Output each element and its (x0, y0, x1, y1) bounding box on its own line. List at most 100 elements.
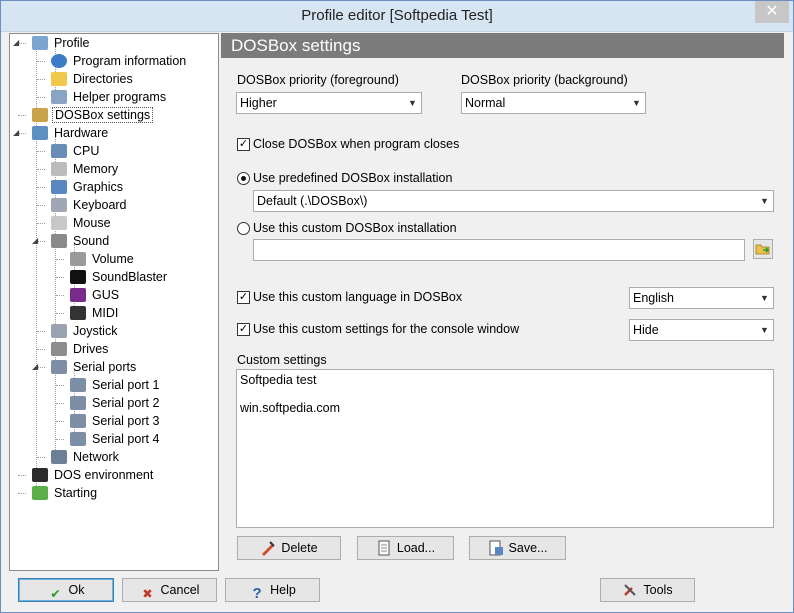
tree-item-label: Graphics (73, 180, 124, 194)
tree-item-profile[interactable]: Profile (32, 34, 91, 52)
panel-header: DOSBox settings (221, 33, 784, 58)
priority-background-select[interactable]: Normal ▼ (461, 92, 646, 114)
tree-connector-line (37, 151, 45, 152)
chevron-down-icon: ▼ (760, 196, 769, 206)
serial-port-icon (70, 396, 86, 410)
console-settings-label: Use this custom settings for the console… (253, 322, 520, 336)
tree-item-network[interactable]: Network (51, 448, 121, 466)
tree-item-label: Sound (73, 234, 110, 248)
use-predefined-radio[interactable] (237, 172, 250, 185)
tree-item-keyboard[interactable]: Keyboard (51, 196, 129, 214)
browse-folder-button[interactable] (753, 239, 773, 259)
tree-connector-line (56, 385, 64, 386)
starting-icon (32, 486, 48, 500)
chevron-down-icon: ▼ (632, 98, 641, 108)
tree-item-dos-environment[interactable]: DOS environment (32, 466, 155, 484)
graphics-icon (51, 180, 67, 194)
tree-item-hardware[interactable]: Hardware (32, 124, 110, 142)
tree-connector-line (56, 295, 64, 296)
tree-connector-line (37, 205, 45, 206)
tree-item-label: SoundBlaster (92, 270, 168, 284)
tree-item-label: Profile (54, 36, 90, 50)
tree-connector-line (37, 79, 45, 80)
custom-settings-line (240, 387, 770, 401)
tree-item-program-information[interactable]: Program information (51, 52, 188, 70)
language-value: English (633, 291, 674, 305)
expand-triangle-icon[interactable]: ◢ (32, 358, 42, 376)
predefined-installation-select[interactable]: Default (.\DOSBox\) ▼ (253, 190, 774, 212)
tree-item-cpu[interactable]: CPU (51, 142, 101, 160)
tree-item-serial-port-1[interactable]: Serial port 1 (70, 376, 161, 394)
expand-triangle-icon[interactable]: ◢ (13, 34, 23, 52)
help-button[interactable]: ? Help (225, 578, 320, 602)
expand-triangle-icon[interactable]: ◢ (32, 232, 42, 250)
tools-label: Tools (643, 583, 673, 597)
tree-item-serial-port-4[interactable]: Serial port 4 (70, 430, 161, 448)
language-select[interactable]: English ▼ (629, 287, 774, 309)
priority-background-value: Normal (465, 96, 506, 110)
tree-item-soundblaster[interactable]: SoundBlaster (70, 268, 169, 286)
tree-item-label: Joystick (73, 324, 118, 338)
custom-installation-input[interactable] (253, 239, 745, 261)
tree-item-gus[interactable]: GUS (70, 286, 121, 304)
tree-item-helper-programs[interactable]: Helper programs (51, 88, 168, 106)
info-icon (51, 54, 67, 68)
tree-item-dosbox-settings[interactable]: DOSBox settings (32, 106, 154, 124)
tree-item-serial-ports[interactable]: Serial ports (51, 358, 138, 376)
use-custom-radio[interactable] (237, 222, 250, 235)
tree-item-serial-port-2[interactable]: Serial port 2 (70, 394, 161, 412)
tree-item-mouse[interactable]: Mouse (51, 214, 113, 232)
cancel-button[interactable]: ✖ Cancel (122, 578, 217, 602)
tree-item-sound[interactable]: Sound (51, 232, 111, 250)
tree-item-graphics[interactable]: Graphics (51, 178, 125, 196)
ok-label: Ok (68, 583, 85, 597)
tree-connector-line (56, 403, 64, 404)
tree-item-midi[interactable]: MIDI (70, 304, 120, 322)
predefined-installation-value: Default (.\DOSBox\) (257, 194, 368, 208)
joystick-icon (51, 324, 67, 338)
console-window-select[interactable]: Hide ▼ (629, 319, 774, 341)
console-settings-checkbox[interactable]: ✓ (237, 323, 250, 336)
custom-settings-textarea[interactable]: Softpedia test win.softpedia.com (236, 369, 774, 528)
tree-connector-line (37, 187, 45, 188)
tree-connector-line (18, 475, 26, 476)
save-document-icon (488, 540, 504, 556)
chevron-down-icon: ▼ (760, 325, 769, 335)
dos-console-icon (32, 468, 48, 482)
delete-button[interactable]: Delete (237, 536, 341, 560)
tree-item-starting[interactable]: Starting (32, 484, 99, 502)
use-predefined-label: Use predefined DOSBox installation (253, 171, 453, 185)
tree-item-label: Drives (73, 342, 109, 356)
cross-icon: ✖ (142, 587, 153, 601)
priority-foreground-select[interactable]: Higher ▼ (236, 92, 422, 114)
load-document-icon (376, 540, 392, 556)
tree-connector-line (56, 439, 64, 440)
console-window-value: Hide (633, 323, 659, 337)
use-custom-label: Use this custom DOSBox installation (253, 221, 457, 235)
ok-button[interactable]: ✔ Ok (18, 578, 114, 602)
load-button[interactable]: Load... (357, 536, 454, 560)
network-icon (51, 450, 67, 464)
tree-item-directories[interactable]: Directories (51, 70, 135, 88)
chevron-down-icon: ▼ (408, 98, 417, 108)
tree-item-label: Serial port 1 (92, 378, 160, 392)
custom-language-checkbox[interactable]: ✓ (237, 291, 250, 304)
custom-settings-label: Custom settings (237, 353, 327, 367)
save-label: Save... (508, 541, 548, 555)
helper-icon (51, 90, 67, 104)
close-window-button[interactable]: ✕ (755, 1, 789, 23)
tree-item-volume[interactable]: Volume (70, 250, 136, 268)
tools-button[interactable]: Tools (600, 578, 695, 602)
close-dosbox-checkbox[interactable]: ✓ (237, 138, 250, 151)
volume-icon (70, 252, 86, 266)
settings-tree[interactable]: ◢ Profile Program information Directories He… (9, 33, 219, 571)
dosbox-settings-panel: DOSBox settings DOSBox priority (foregro… (221, 33, 784, 571)
custom-settings-line: win.softpedia.com (240, 401, 341, 415)
tree-item-serial-port-3[interactable]: Serial port 3 (70, 412, 161, 430)
tree-item-label: DOSBox settings (52, 107, 154, 123)
save-button[interactable]: Save... (469, 536, 566, 560)
tree-item-joystick[interactable]: Joystick (51, 322, 119, 340)
expand-triangle-icon[interactable]: ◢ (13, 124, 23, 142)
tree-item-memory[interactable]: Memory (51, 160, 120, 178)
tree-item-drives[interactable]: Drives (51, 340, 110, 358)
